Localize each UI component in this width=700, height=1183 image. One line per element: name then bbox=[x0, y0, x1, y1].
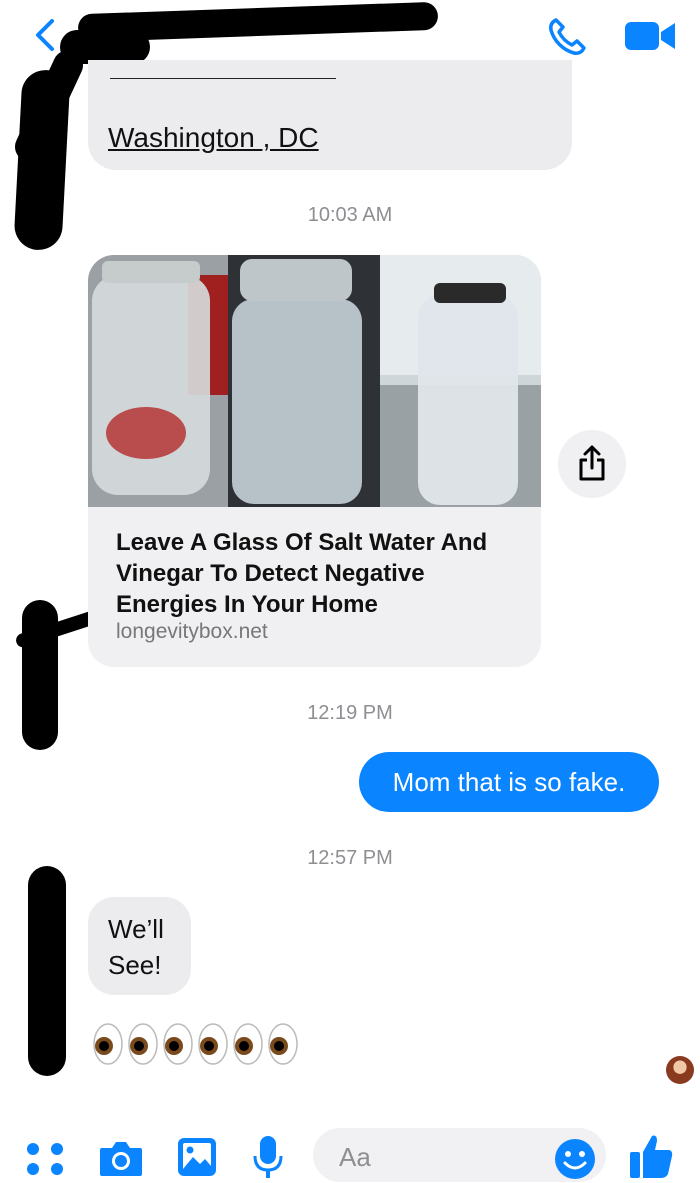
link-domain: longevitybox.net bbox=[116, 620, 268, 643]
share-button[interactable] bbox=[558, 430, 626, 498]
chevron-left-icon[interactable] bbox=[30, 18, 60, 52]
share-icon bbox=[579, 445, 605, 481]
eye-emoji-icon bbox=[93, 1023, 123, 1065]
timestamp: 12:19 PM bbox=[307, 702, 393, 724]
link-title: Leave A Glass Of Salt Water And Vinegar … bbox=[116, 529, 488, 618]
microphone-icon[interactable] bbox=[252, 1134, 284, 1180]
incoming-message: We’ll See! bbox=[88, 897, 191, 995]
eyes-emoji-message bbox=[92, 1022, 302, 1072]
eye-emoji-icon bbox=[233, 1023, 263, 1065]
message-input-placeholder: Aa bbox=[339, 1142, 371, 1172]
video-camera-icon[interactable] bbox=[624, 20, 676, 52]
message-line: We’ll bbox=[108, 914, 164, 944]
eye-emoji-icon bbox=[128, 1023, 158, 1065]
timestamp: 10:03 AM bbox=[307, 204, 393, 226]
location-link[interactable]: Washington , DC bbox=[108, 122, 319, 154]
jar-photo bbox=[88, 255, 541, 507]
apps-icon[interactable] bbox=[24, 1140, 66, 1178]
outgoing-message: Mom that is so fake. bbox=[359, 752, 659, 812]
smile-icon[interactable] bbox=[554, 1138, 596, 1180]
phone-icon[interactable] bbox=[546, 16, 588, 58]
message-line: See! bbox=[108, 950, 162, 980]
camera-icon[interactable] bbox=[98, 1138, 144, 1178]
eye-emoji-icon bbox=[268, 1023, 298, 1065]
thumbs-up-icon[interactable] bbox=[628, 1132, 674, 1180]
eye-emoji-icon bbox=[198, 1023, 228, 1065]
divider bbox=[110, 78, 336, 79]
link-preview-card[interactable]: Leave A Glass Of Salt Water And Vinegar … bbox=[88, 255, 541, 667]
timestamp: 12:57 PM bbox=[307, 847, 393, 869]
photo-icon[interactable] bbox=[176, 1136, 218, 1178]
eye-emoji-icon bbox=[163, 1023, 193, 1065]
read-receipt-avatar bbox=[666, 1056, 694, 1084]
